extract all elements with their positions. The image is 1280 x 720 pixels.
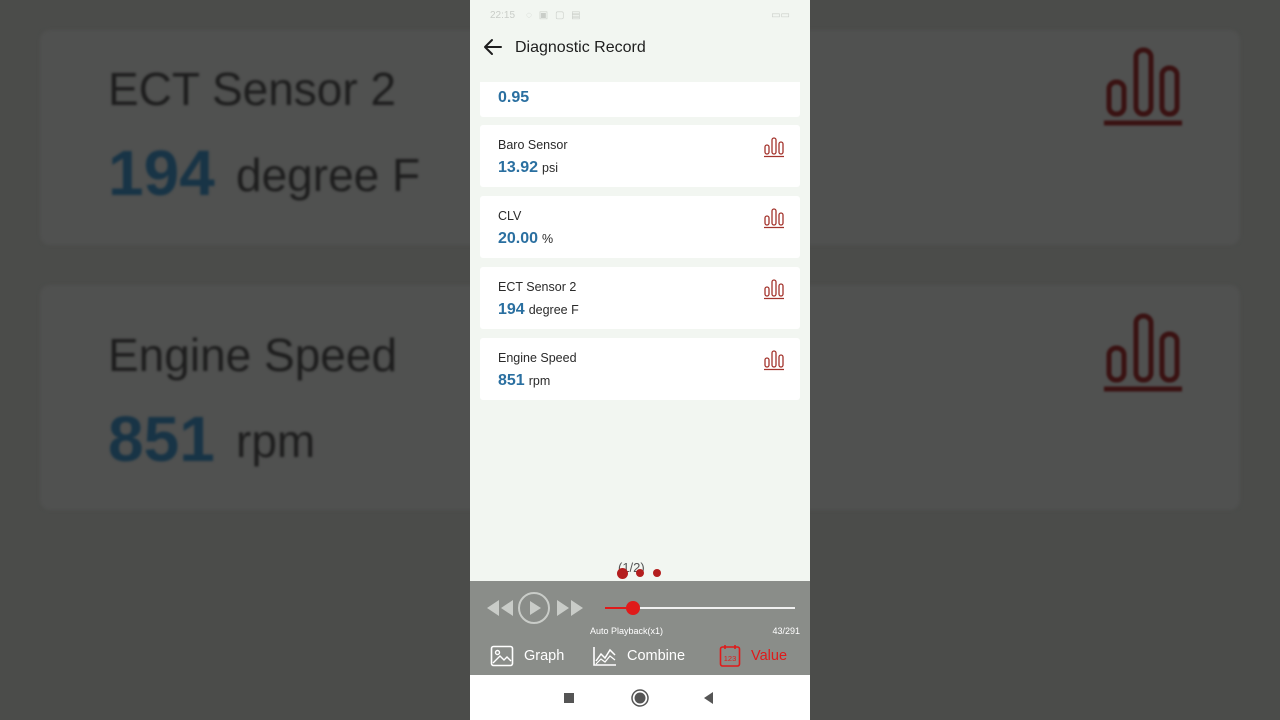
status-icons: ◌ ▣ ▢ ▤ <box>526 10 583 21</box>
page-dot-active <box>617 568 628 579</box>
status-time: 22:15 <box>490 10 516 21</box>
fast-forward-icon[interactable] <box>555 597 585 619</box>
bar-chart-icon[interactable] <box>763 349 785 371</box>
pid-label: ECT Sensor 2 <box>498 280 577 294</box>
playback-slider-handle[interactable] <box>626 601 641 615</box>
pid-label: Baro Sensor <box>498 138 568 152</box>
pid-list[interactable]: 0.95 Baro Sensor 13.92 psi CLV 20.00% EC… <box>470 82 810 422</box>
pid-card[interactable]: 0.95 <box>480 82 800 117</box>
rewind-icon[interactable] <box>485 597 515 619</box>
page-indicator: (1/2) <box>470 558 810 580</box>
background-value-2: 851 <box>108 403 215 475</box>
pid-unit: % <box>542 232 554 246</box>
home-icon[interactable] <box>630 688 650 708</box>
playback-mode-label[interactable]: Auto Playback(x1) <box>590 626 663 636</box>
pid-value: 20.00% <box>498 230 554 247</box>
page-dot <box>653 569 661 577</box>
recent-apps-icon[interactable] <box>559 688 579 708</box>
pid-card-engine-speed[interactable]: Engine Speed 851 rpm <box>480 338 800 400</box>
playback-slider[interactable] <box>605 601 795 615</box>
pid-card-clv[interactable]: CLV 20.00% <box>480 196 800 258</box>
background-chart-icon-1 <box>1104 47 1182 126</box>
numeric-value-icon: 123 <box>719 645 741 667</box>
background-chart-icon-2 <box>1104 313 1182 392</box>
back-arrow-icon[interactable] <box>482 36 504 58</box>
pid-unit: rpm <box>528 374 551 388</box>
pid-card-baro-sensor[interactable]: Baro Sensor 13.92 psi <box>480 125 800 187</box>
pid-unit: degree F <box>528 303 579 317</box>
background-label-2: Engine Speed <box>108 329 398 381</box>
pid-value: 13.92 psi <box>498 159 559 176</box>
tab-value[interactable]: 123 Value <box>719 643 787 669</box>
pid-unit: psi <box>542 161 559 175</box>
svg-text:123: 123 <box>724 654 737 663</box>
pid-card-ect-sensor-2[interactable]: ECT Sensor 2 194 degree F <box>480 267 800 329</box>
background-value-1: 194 <box>108 137 215 209</box>
pid-label: CLV <box>498 209 522 223</box>
battery-icon: ▭▭ <box>771 10 790 21</box>
system-nav-bar <box>470 675 810 720</box>
pid-value: 0.95 <box>498 89 530 106</box>
bar-chart-icon[interactable] <box>763 136 785 158</box>
app-bar: Diagnostic Record <box>470 30 810 70</box>
status-bar: 22:15 ◌ ▣ ▢ ▤ ▭▭ <box>470 0 810 30</box>
pid-label: Engine Speed <box>498 351 577 365</box>
line-chart-icon <box>593 647 616 666</box>
bar-chart-icon[interactable] <box>763 278 785 300</box>
pid-value: 194 degree F <box>498 301 579 318</box>
tab-combine[interactable]: Combine <box>593 643 685 669</box>
play-icon[interactable] <box>517 591 551 625</box>
frame-counter: 43/291 <box>772 626 800 636</box>
background-unit-2: rpm <box>236 415 316 467</box>
image-icon <box>490 645 514 667</box>
background-unit-1: degree F <box>236 149 421 201</box>
page-dot <box>636 569 644 577</box>
tab-graph[interactable]: Graph <box>490 643 564 669</box>
bar-chart-icon[interactable] <box>763 207 785 229</box>
background-label-1: ECT Sensor 2 <box>108 63 397 115</box>
back-icon[interactable] <box>699 688 719 708</box>
tab-label: Combine <box>627 648 686 664</box>
tab-label: Graph <box>524 648 565 664</box>
playback-panel: Auto Playback(x1) 43/291 Graph Combine 1… <box>470 581 810 675</box>
page-title: Diagnostic Record <box>515 39 646 56</box>
phone-screen: 22:15 ◌ ▣ ▢ ▤ ▭▭ Diagnostic Record 0.95 … <box>470 0 810 720</box>
pid-value: 851 rpm <box>498 372 551 389</box>
tab-label: Value <box>751 648 788 664</box>
